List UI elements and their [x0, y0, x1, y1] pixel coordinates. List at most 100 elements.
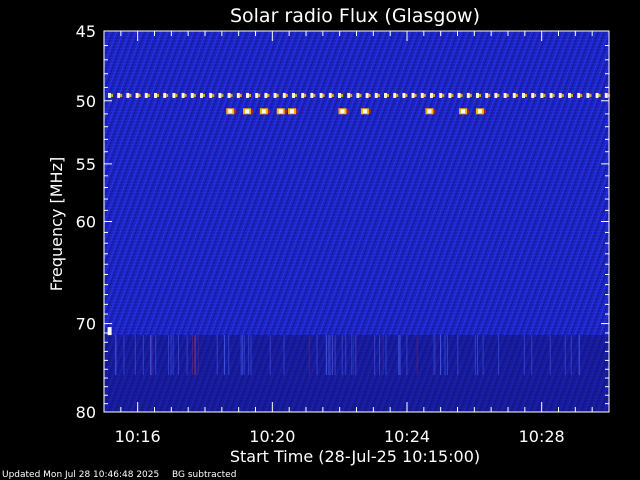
- chart-title: Solar radio Flux (Glasgow): [230, 5, 480, 27]
- interference-dot: [466, 92, 470, 98]
- interference-dot-edge: [534, 93, 537, 97]
- interference-dot-edge: [138, 93, 141, 97]
- burst-edge: [267, 109, 270, 114]
- spot-markers: [107, 327, 112, 336]
- interference-dot-edge: [479, 93, 481, 97]
- interference-dot: [135, 92, 139, 98]
- interference-dot-edge: [212, 93, 215, 97]
- interference-dot-edge: [258, 93, 261, 97]
- interference-dot: [577, 92, 581, 98]
- burst-core: [362, 109, 367, 114]
- interference-dot: [457, 92, 461, 98]
- y-axis-title: Frequency [MHz]: [47, 157, 66, 291]
- interference-dot: [540, 92, 544, 98]
- burst-edge: [346, 109, 349, 114]
- interference-dot: [181, 92, 185, 98]
- interference-dot-edge: [230, 93, 233, 97]
- burst-edge: [368, 109, 371, 114]
- interference-dot-edge: [285, 93, 288, 97]
- interference-dot-edge: [276, 93, 279, 97]
- interference-dot: [568, 92, 571, 98]
- interference-dot: [402, 92, 406, 98]
- interference-dot: [393, 92, 397, 98]
- interference-dot-edge: [460, 93, 463, 97]
- interference-dot-edge: [598, 93, 601, 97]
- burst-core: [289, 109, 294, 114]
- burst-edge: [284, 109, 287, 114]
- interference-dot: [218, 92, 222, 98]
- interference-dot: [338, 92, 341, 98]
- burst-edge: [483, 109, 486, 114]
- spectrogram-chart: Solar radio Flux (Glasgow) 455055607080 …: [2, 5, 610, 480]
- interference-dot-edge: [433, 93, 435, 97]
- interference-dot: [604, 92, 608, 98]
- interference-dot: [126, 92, 130, 98]
- x-axis-title: Start Time (28-Jul-25 10:15:00): [230, 447, 480, 466]
- interference-dot-edge: [368, 93, 371, 97]
- burst-core: [461, 109, 466, 114]
- interference-dot-edge: [331, 93, 334, 97]
- x-tick-label: 10:28: [519, 427, 565, 446]
- interference-dot: [144, 92, 148, 98]
- interference-dot: [595, 92, 599, 98]
- interference-dot: [531, 92, 535, 98]
- interference-dot: [512, 92, 516, 98]
- burst-core: [245, 109, 250, 114]
- interference-dot-edge: [295, 93, 297, 97]
- y-tick-label: 55: [76, 155, 96, 174]
- interference-dot-edge: [193, 93, 196, 97]
- interference-dot: [549, 92, 553, 98]
- interference-dot-edge: [359, 93, 362, 97]
- interference-dot-edge: [249, 93, 251, 97]
- interference-dot-edge: [580, 93, 583, 97]
- y-tick-label: 70: [76, 315, 96, 334]
- interference-dot: [282, 92, 286, 98]
- interference-dot: [420, 92, 424, 98]
- interference-dot-edge: [396, 93, 399, 97]
- interference-dot: [558, 92, 562, 98]
- interference-dot: [476, 92, 479, 98]
- interference-dot-edge: [313, 93, 316, 97]
- interference-dot-edge: [350, 93, 353, 97]
- interference-dot-edge: [506, 93, 509, 97]
- burst-core: [278, 109, 283, 114]
- interference-dot-edge: [488, 93, 491, 97]
- interference-dot: [172, 92, 176, 98]
- interference-dot: [236, 92, 240, 98]
- interference-dot: [411, 92, 415, 98]
- interference-dot: [374, 92, 378, 98]
- interference-dot-edge: [221, 93, 224, 97]
- interference-dot: [301, 92, 305, 98]
- interference-dot-edge: [184, 93, 187, 97]
- interference-dot-edge: [451, 93, 454, 97]
- dark-band-lower: [104, 335, 609, 412]
- burst-core: [340, 109, 345, 114]
- interference-dot: [586, 92, 590, 98]
- interference-dot: [347, 92, 351, 98]
- y-tick-label: 45: [76, 22, 96, 41]
- interference-dot: [209, 92, 213, 98]
- interference-dot-edge: [469, 93, 472, 97]
- burst-edge: [251, 109, 254, 114]
- interference-dot: [292, 92, 295, 98]
- interference-dot-edge: [377, 93, 380, 97]
- interference-dot-edge: [322, 93, 325, 97]
- interference-dot: [227, 92, 231, 98]
- interference-dot-edge: [442, 93, 445, 97]
- interference-dot-edge: [267, 93, 270, 97]
- interference-dot: [310, 92, 314, 98]
- burst-edge: [295, 109, 298, 114]
- burst-core: [228, 109, 233, 114]
- interference-dot-edge: [561, 93, 564, 97]
- burst-edge: [467, 109, 470, 114]
- x-tick-label: 10:24: [384, 427, 430, 446]
- interference-dot-edge: [175, 93, 178, 97]
- interference-dot-edge: [515, 93, 518, 97]
- interference-dot: [273, 92, 277, 98]
- interference-dot-edge: [147, 93, 150, 97]
- interference-dot-edge: [304, 93, 307, 97]
- x-tick-label: 10:20: [249, 427, 295, 446]
- y-tick-label: 60: [76, 213, 96, 232]
- interference-dot-edge: [571, 93, 573, 97]
- interference-dot: [356, 92, 360, 98]
